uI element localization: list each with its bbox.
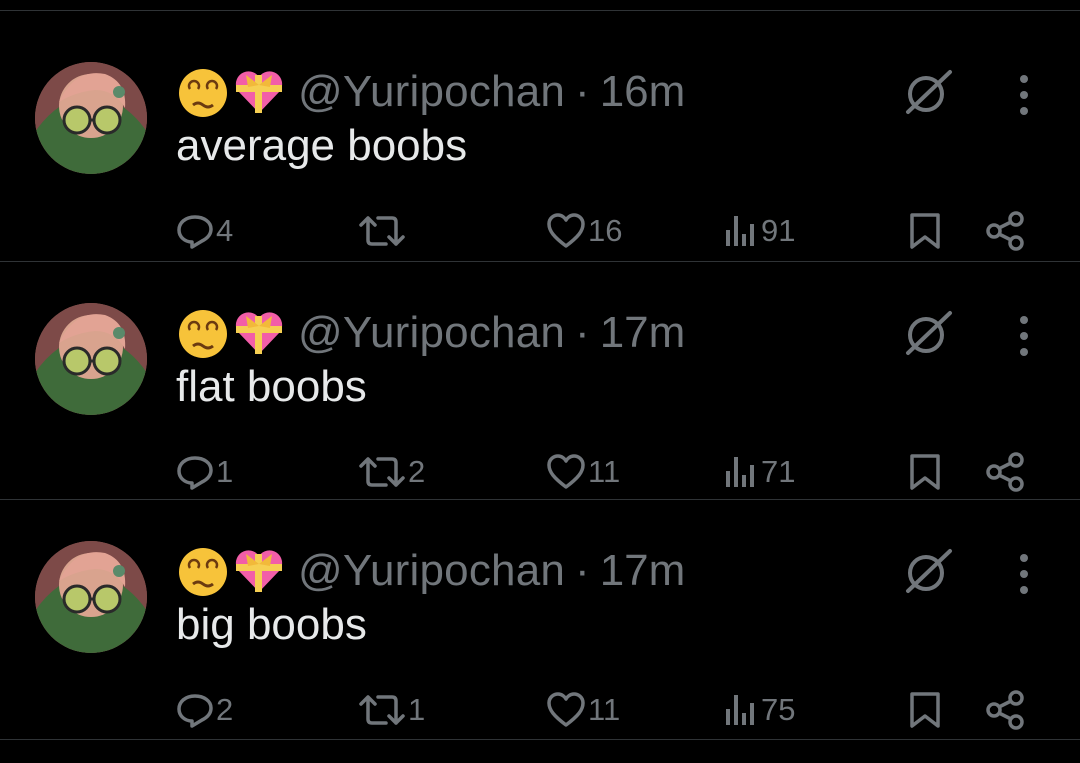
retweet-count: 1 (408, 692, 426, 727)
share-icon (986, 690, 1024, 730)
share-button[interactable] (985, 207, 1025, 255)
avatar[interactable] (35, 62, 147, 174)
tweet[interactable]: @Yuripochan · 17m flat boobs 1 2 11 71 (0, 262, 1080, 500)
bookmark-button[interactable] (908, 448, 942, 496)
dizzy-face-emoji (179, 548, 227, 596)
reply-count: 2 (216, 692, 234, 727)
separator: · (575, 308, 590, 357)
share-button[interactable] (985, 448, 1025, 496)
bookmark-icon (910, 454, 940, 490)
retweet-button[interactable]: 1 (358, 686, 425, 734)
tweet-text: flat boobs (176, 362, 367, 411)
analytics-icon (726, 695, 754, 725)
divider-bottom (0, 739, 1080, 740)
grok-icon[interactable] (902, 307, 954, 359)
more-vertical-icon[interactable] (1008, 552, 1040, 596)
author-handle[interactable]: @Yuripochan (298, 308, 565, 358)
like-count: 11 (588, 692, 621, 727)
author-handle[interactable]: @Yuripochan (298, 546, 565, 596)
reply-button[interactable]: 4 (176, 207, 233, 255)
timestamp[interactable]: 17m (600, 546, 686, 596)
reply-count: 1 (216, 454, 234, 489)
grok-icon[interactable] (902, 66, 954, 118)
retweet-count: 2 (408, 454, 426, 489)
reply-icon (177, 694, 213, 728)
like-button[interactable]: 16 (546, 207, 622, 255)
retweet-icon (359, 457, 405, 487)
reply-button[interactable]: 1 (176, 448, 233, 496)
view-count: 71 (761, 454, 796, 489)
views-button[interactable]: 75 (723, 686, 795, 734)
separator: · (575, 546, 590, 595)
heart-with-ribbon-emoji (235, 71, 283, 113)
views-button[interactable]: 91 (723, 207, 795, 255)
bookmark-icon (910, 213, 940, 249)
share-icon (986, 452, 1024, 492)
heart-icon (547, 213, 585, 248)
avatar[interactable] (35, 303, 147, 415)
like-button[interactable]: 11 (546, 686, 620, 734)
retweet-button[interactable]: 2 (358, 448, 425, 496)
bookmark-button[interactable] (908, 686, 942, 734)
heart-with-ribbon-emoji (235, 312, 283, 354)
like-count: 16 (588, 213, 623, 248)
divider-top (0, 10, 1080, 11)
timestamp[interactable]: 16m (600, 67, 686, 117)
dizzy-face-emoji (179, 69, 227, 117)
retweet-button[interactable] (358, 207, 408, 255)
tweet[interactable]: @Yuripochan · 17m big boobs 2 1 11 75 (0, 500, 1080, 738)
reply-icon (177, 456, 213, 490)
view-count: 75 (761, 692, 796, 727)
like-button[interactable]: 11 (546, 448, 620, 496)
share-icon (986, 211, 1024, 251)
view-count: 91 (761, 213, 796, 248)
separator: · (575, 67, 590, 116)
reply-button[interactable]: 2 (176, 686, 233, 734)
more-vertical-icon[interactable] (1008, 73, 1040, 117)
grok-icon[interactable] (902, 545, 954, 597)
avatar[interactable] (35, 541, 147, 653)
analytics-icon (726, 457, 754, 487)
retweet-icon (359, 695, 405, 725)
timestamp[interactable]: 17m (600, 308, 686, 358)
author-handle[interactable]: @Yuripochan (298, 67, 565, 117)
analytics-icon (726, 216, 754, 246)
bookmark-button[interactable] (908, 207, 942, 255)
heart-with-ribbon-emoji (235, 550, 283, 592)
share-button[interactable] (985, 686, 1025, 734)
bookmark-icon (910, 692, 940, 728)
reply-icon (177, 215, 213, 249)
like-count: 11 (588, 454, 621, 489)
tweet-text: average boobs (176, 121, 468, 170)
heart-icon (547, 692, 585, 727)
views-button[interactable]: 71 (723, 448, 795, 496)
retweet-icon (359, 216, 405, 246)
tweet[interactable]: @Yuripochan · 16m average boobs 4 16 91 (0, 21, 1080, 259)
reply-count: 4 (216, 213, 234, 248)
heart-icon (547, 454, 585, 489)
tweet-text: big boobs (176, 600, 367, 649)
more-vertical-icon[interactable] (1008, 314, 1040, 358)
dizzy-face-emoji (179, 310, 227, 358)
